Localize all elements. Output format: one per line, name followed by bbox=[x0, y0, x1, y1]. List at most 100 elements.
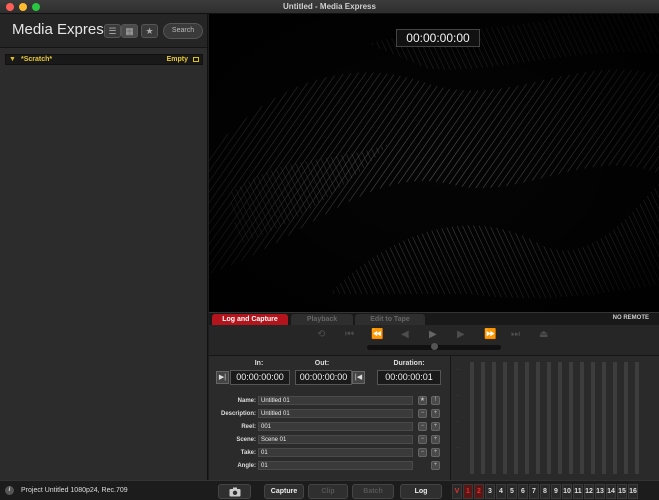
take-field[interactable]: 01 bbox=[258, 448, 413, 457]
log-button[interactable]: Log bbox=[400, 484, 442, 499]
track-15-toggle[interactable]: 15 bbox=[617, 484, 627, 499]
out-timecode[interactable]: 00:00:00:00 bbox=[295, 370, 352, 385]
eject-icon[interactable]: ⏏ bbox=[539, 329, 548, 340]
take-decrement-button[interactable]: − bbox=[418, 448, 427, 457]
fast-forward-icon[interactable]: ⏩ bbox=[484, 329, 496, 340]
meter-scale-tick: - bbox=[457, 418, 459, 423]
track-14-toggle[interactable]: 14 bbox=[606, 484, 616, 499]
go-to-start-icon[interactable]: ⏮ bbox=[345, 329, 354, 340]
track-10-toggle[interactable]: 10 bbox=[562, 484, 572, 499]
minus-icon: − bbox=[420, 436, 425, 442]
track-9-toggle[interactable]: 9 bbox=[551, 484, 561, 499]
jog-shuttle-handle[interactable] bbox=[431, 343, 438, 350]
audio-meter-channel bbox=[591, 362, 595, 474]
bin-name: *Scratch* bbox=[21, 56, 53, 63]
track-4-toggle[interactable]: 4 bbox=[496, 484, 506, 499]
exclamation-icon: ! bbox=[434, 397, 437, 403]
description-field[interactable]: Untitled 01 bbox=[258, 409, 413, 418]
meter-scale-tick: - bbox=[457, 366, 459, 371]
audio-meter-channel bbox=[470, 362, 474, 474]
grid-icon: ▦ bbox=[125, 26, 134, 36]
description-decrement-button[interactable]: − bbox=[418, 409, 427, 418]
track-2-toggle[interactable]: 2 bbox=[474, 484, 484, 499]
tab-edit-to-tape[interactable]: Edit to Tape bbox=[355, 314, 425, 325]
step-forward-icon[interactable]: ▶ bbox=[457, 329, 465, 340]
info-icon[interactable]: i bbox=[5, 486, 14, 495]
audio-meter-channel bbox=[624, 362, 628, 474]
media-pool-panel: Media Express ☰ ▦ ★ Search ▼ *Scratch* E… bbox=[0, 14, 208, 480]
reel-field[interactable]: 001 bbox=[258, 422, 413, 431]
audio-meters: - - - - bbox=[450, 355, 659, 480]
jog-shuttle-slider[interactable] bbox=[367, 343, 501, 350]
scratch-bin-row[interactable]: ▼ *Scratch* Empty bbox=[5, 54, 203, 65]
plus-icon: + bbox=[433, 462, 438, 468]
name-label: Name: bbox=[237, 398, 256, 404]
plus-icon: + bbox=[433, 423, 438, 429]
bottom-toolbar: i Project Untitled 1080p24, Rec.709 Capt… bbox=[0, 480, 659, 500]
track-1-toggle[interactable]: 1 bbox=[463, 484, 473, 499]
in-label: In: bbox=[254, 360, 264, 367]
duration-label: Duration: bbox=[393, 360, 425, 367]
step-back-icon[interactable]: ◀ bbox=[401, 329, 409, 340]
reel-decrement-button[interactable]: − bbox=[418, 422, 427, 431]
track-6-toggle[interactable]: 6 bbox=[518, 484, 528, 499]
disclosure-triangle-icon[interactable]: ▼ bbox=[9, 56, 16, 63]
track-video-toggle[interactable]: V bbox=[452, 484, 462, 499]
loop-icon[interactable]: ⟲ bbox=[317, 329, 325, 340]
out-label: Out: bbox=[314, 360, 330, 367]
in-timecode[interactable]: 00:00:00:00 bbox=[230, 370, 290, 385]
tab-log-and-capture[interactable]: Log and Capture bbox=[212, 314, 288, 325]
favorite-button[interactable]: ★ bbox=[418, 396, 427, 405]
set-out-button[interactable]: |◀ bbox=[352, 371, 365, 384]
audio-meter-channel bbox=[569, 362, 573, 474]
go-to-end-icon[interactable]: ⏭ bbox=[511, 329, 520, 340]
minus-icon: − bbox=[420, 410, 425, 416]
favorites-button[interactable]: ★ bbox=[141, 24, 158, 38]
angle-increment-button[interactable]: + bbox=[431, 461, 440, 470]
batch-button[interactable]: Batch bbox=[352, 484, 394, 499]
info-button[interactable]: ! bbox=[431, 396, 440, 405]
track-5-toggle[interactable]: 5 bbox=[507, 484, 517, 499]
scene-decrement-button[interactable]: − bbox=[418, 435, 427, 444]
description-increment-button[interactable]: + bbox=[431, 409, 440, 418]
track-13-toggle[interactable]: 13 bbox=[595, 484, 605, 499]
project-info: Project Untitled 1080p24, Rec.709 bbox=[21, 487, 128, 494]
video-viewer[interactable]: 00:00:00:00 bbox=[209, 14, 659, 312]
grab-still-button[interactable] bbox=[218, 484, 251, 499]
play-icon[interactable]: ▶ bbox=[429, 329, 437, 340]
take-increment-button[interactable]: + bbox=[431, 448, 440, 457]
audio-meter-channel bbox=[536, 362, 540, 474]
scene-increment-button[interactable]: + bbox=[431, 435, 440, 444]
remote-status: NO REMOTE bbox=[612, 315, 649, 321]
clip-button[interactable]: Clip bbox=[308, 484, 348, 499]
bin-target-icon[interactable] bbox=[193, 57, 199, 62]
list-view-button[interactable]: ☰ bbox=[104, 24, 121, 38]
track-12-toggle[interactable]: 12 bbox=[584, 484, 594, 499]
track-11-toggle[interactable]: 11 bbox=[573, 484, 583, 499]
rewind-icon[interactable]: ⏪ bbox=[371, 329, 383, 340]
angle-field[interactable]: 01 bbox=[258, 461, 413, 470]
tab-playback[interactable]: Playback bbox=[291, 314, 353, 325]
camera-icon bbox=[229, 487, 240, 497]
set-in-button[interactable]: ▶| bbox=[216, 371, 229, 384]
name-field[interactable]: Untitled 01 bbox=[258, 396, 413, 405]
meter-scale-tick: - bbox=[457, 392, 459, 397]
reel-increment-button[interactable]: + bbox=[431, 422, 440, 431]
scene-field[interactable]: Scene 01 bbox=[258, 435, 413, 444]
mark-out-icon: |◀ bbox=[354, 374, 363, 381]
thumbnail-view-button[interactable]: ▦ bbox=[121, 24, 138, 38]
audio-meter-channel bbox=[525, 362, 529, 474]
search-button[interactable]: Search bbox=[163, 23, 203, 39]
track-16-toggle[interactable]: 16 bbox=[628, 484, 638, 499]
description-label: Description: bbox=[220, 411, 256, 417]
angle-label: Angle: bbox=[237, 463, 256, 469]
track-8-toggle[interactable]: 8 bbox=[540, 484, 550, 499]
track-3-toggle[interactable]: 3 bbox=[485, 484, 495, 499]
window-title: Untitled - Media Express bbox=[283, 2, 376, 11]
track-7-toggle[interactable]: 7 bbox=[529, 484, 539, 499]
star-icon: ★ bbox=[419, 397, 426, 403]
capture-button[interactable]: Capture bbox=[264, 484, 304, 499]
audio-meter-channel bbox=[635, 362, 639, 474]
take-label: Take: bbox=[240, 450, 256, 456]
meter-scale-tick: - bbox=[457, 444, 459, 449]
